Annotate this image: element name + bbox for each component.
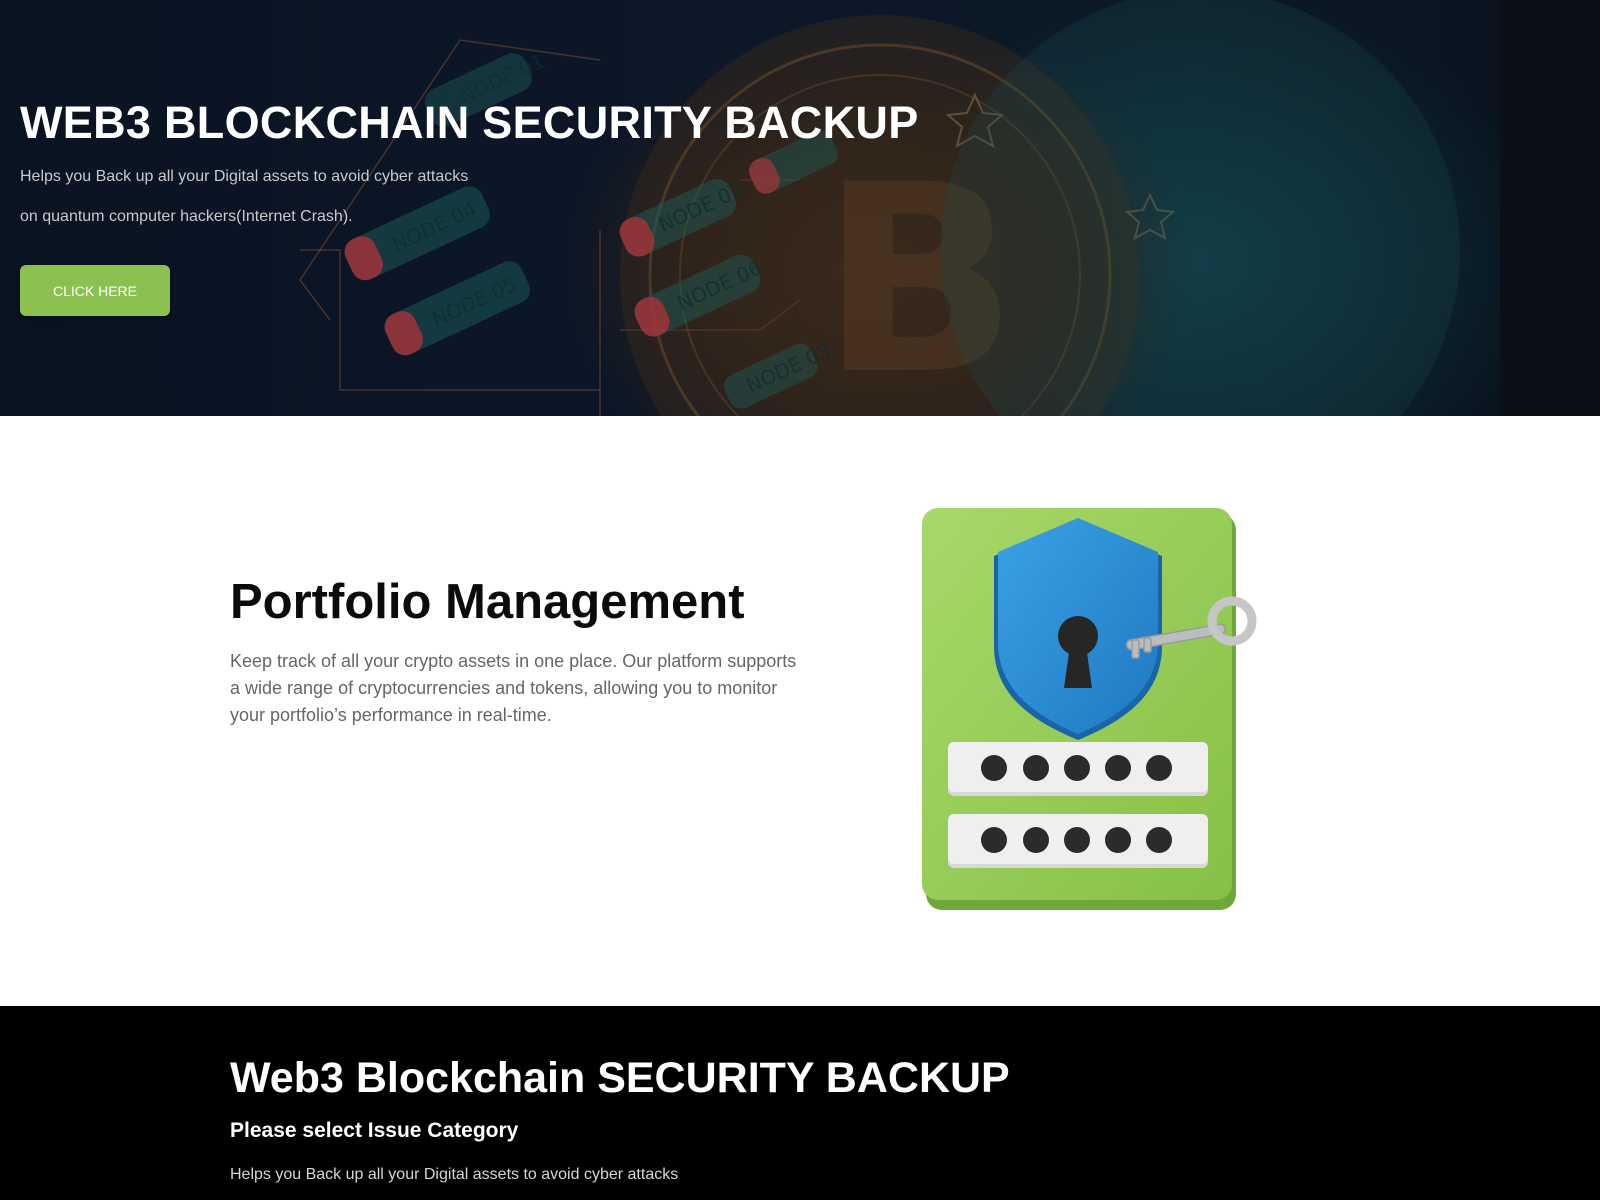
hero-title: WEB3 BLOCKCHAIN SECURITY BACKUP <box>20 97 919 148</box>
backup-description: Helps you Back up all your Digital asset… <box>230 1166 679 1183</box>
portfolio-title: Portfolio Management <box>230 575 745 629</box>
backup-title: Web3 Blockchain SECURITY BACKUP <box>230 1054 1010 1102</box>
issue-category-heading: Please select Issue Category <box>230 1119 519 1142</box>
security-shield-lock-key-password-icon <box>922 508 1257 910</box>
hero-subtitle-line1: Helps you Back up all your Digital asset… <box>20 168 469 185</box>
backup-section: Web3 Blockchain SECURITY BACKUP Please s… <box>0 1006 1600 1200</box>
hero-subtitle-line2: on quantum computer hackers(Internet Cra… <box>20 208 353 225</box>
hero-edge-strip <box>1500 0 1600 416</box>
portfolio-section: Portfolio Management Keep track of all y… <box>0 416 1600 1006</box>
hero-section: B NODE 04 NODE 05 NODE 01 NODE 02 NODE 0… <box>0 0 1600 416</box>
click-here-button[interactable]: CLICK HERE <box>20 265 170 316</box>
portfolio-description: Keep track of all your crypto assets in … <box>230 651 797 725</box>
